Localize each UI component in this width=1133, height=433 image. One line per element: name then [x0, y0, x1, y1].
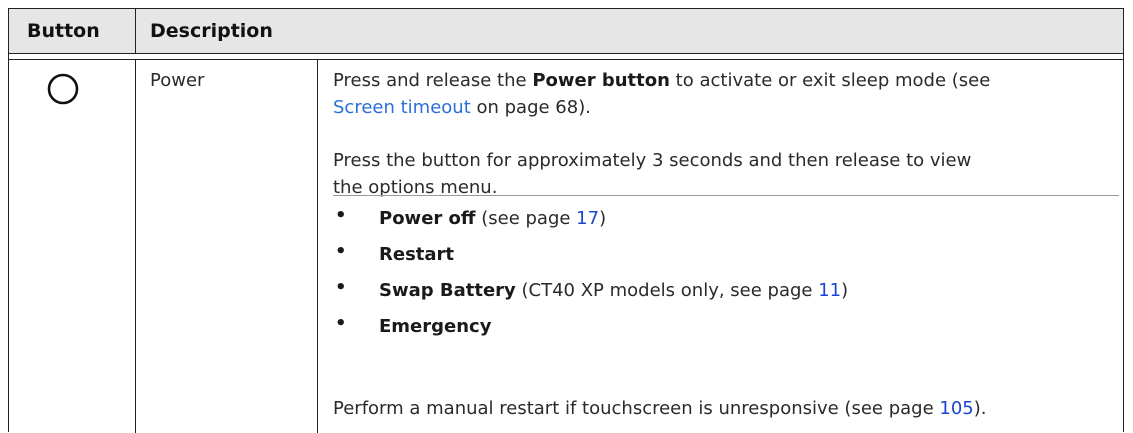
- page-11-link[interactable]: 11: [818, 280, 841, 301]
- bold-text: Power button: [532, 70, 670, 91]
- header-button: Button: [27, 20, 100, 42]
- text: Perform a manual restart if touchscreen …: [333, 398, 940, 419]
- button-table: Button Description Power Press and relea…: [8, 8, 1124, 433]
- bullet-icon: •: [335, 277, 347, 298]
- paragraph-options-menu: Press the button for approximately 3 sec…: [333, 147, 971, 201]
- bold-text: Power off: [379, 208, 476, 229]
- button-name: Power: [150, 70, 205, 91]
- page-105-link[interactable]: 105: [939, 398, 973, 419]
- bold-text: Emergency: [379, 316, 492, 337]
- header-separator: [9, 59, 1123, 60]
- option-restart: Restart: [379, 241, 454, 268]
- option-swap-battery: Swap Battery (CT40 XP models only, see p…: [379, 277, 848, 304]
- text: ): [841, 280, 849, 301]
- text: (CT40 XP models only, see page: [515, 280, 819, 301]
- text: to activate or exit sleep mode (see: [669, 70, 991, 91]
- page-17-link[interactable]: 17: [576, 208, 599, 229]
- bullet-icon: •: [335, 241, 347, 262]
- option-power-off: Power off (see page 17): [379, 205, 606, 232]
- screen-timeout-link[interactable]: Screen timeout: [333, 97, 471, 118]
- header-divider: [135, 9, 136, 54]
- text: Press and release the: [333, 70, 533, 91]
- paragraph-manual-restart: Perform a manual restart if touchscreen …: [333, 395, 987, 422]
- column-divider-1: [135, 60, 136, 433]
- column-divider-2: [317, 60, 318, 433]
- bullet-icon: •: [335, 313, 347, 334]
- row-divider: [333, 195, 1119, 196]
- table-header: Button Description: [9, 9, 1123, 54]
- text: on page 68).: [470, 97, 591, 118]
- bullet-icon: •: [335, 205, 347, 226]
- text: (see page: [475, 208, 577, 229]
- option-emergency: Emergency: [379, 313, 491, 340]
- header-description: Description: [150, 20, 273, 42]
- bold-text: Restart: [379, 244, 455, 265]
- paragraph-sleep-mode: Press and release the Power button to ac…: [333, 67, 990, 121]
- text: ): [599, 208, 607, 229]
- text: Press the button for approximately 3 sec…: [333, 150, 972, 171]
- bold-text: Swap Battery: [379, 280, 516, 301]
- text: ).: [973, 398, 987, 419]
- power-circle-icon: [47, 73, 79, 105]
